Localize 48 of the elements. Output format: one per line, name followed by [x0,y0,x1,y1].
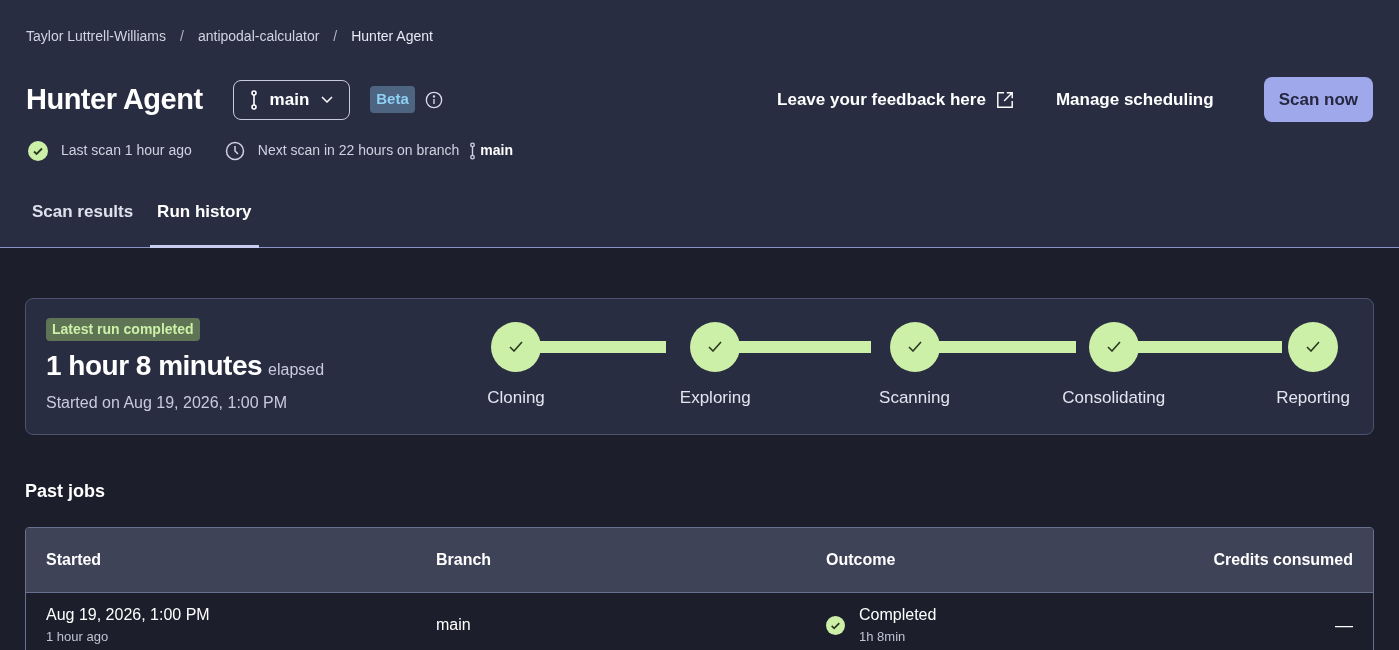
check-icon [509,341,523,353]
page-title: Hunter Agent [26,81,203,117]
next-scan-text: Next scan in 22 hours on branch [257,141,460,160]
column-header: Branch [436,549,493,570]
check-icon [708,341,723,353]
step-label: Exploring [679,386,751,409]
check-circle-icon [28,140,48,161]
chevron-down-icon [321,95,334,104]
clock-icon [224,140,245,161]
feedback-link[interactable]: Leave your feedback here [777,86,1014,113]
check-icon [1306,341,1320,353]
start-time: Started on Aug 19, 2026, 1:00 PM [46,393,289,413]
status-badge: Latest run completed [46,318,200,341]
breadcrumb-separator: / [333,27,338,46]
breadcrumb-link[interactable]: antipodal-calculator [197,26,320,47]
check-icon [1106,341,1121,353]
beta-badge: Beta [370,86,415,113]
breadcrumb-separator: / [180,27,184,46]
branch-icon [249,89,258,110]
manage-scheduling-button[interactable]: Manage scheduling [1055,86,1214,113]
column-header: Credits consumed [1212,549,1353,570]
table-cell-text: — [1334,613,1353,637]
table-cell-text: 1h 8min [859,628,907,647]
scan-now-button[interactable]: Scan now [1263,77,1373,122]
table-cell-text: 1 hour ago [46,628,110,647]
tab[interactable]: Scan results [25,199,141,248]
elapsed-duration: 1 hour 8 minutes [46,349,263,383]
tab[interactable]: Run history [150,199,259,248]
table-cell-text: main [436,615,472,635]
section-heading: Past jobs [25,479,107,503]
breadcrumb-link[interactable]: Hunter Agent [351,26,433,47]
breadcrumb-link[interactable]: Taylor Luttrell-Williams [26,26,167,47]
column-header: Outcome [826,549,897,570]
branch-selector[interactable]: main [232,79,351,120]
table-cell-text: Aug 19, 2026, 1:00 PM [46,605,211,626]
last-scan-text: Last scan 1 hour ago [61,141,192,160]
info-icon[interactable] [424,90,443,109]
elapsed-label: elapsed [268,360,325,380]
external-link-icon [995,90,1014,109]
check-icon [907,341,922,353]
column-header: Started [46,549,103,570]
step-label: Cloning [487,386,545,409]
step-label: Reporting [1276,386,1350,409]
branch-icon [469,141,477,160]
step-label: Consolidating [1062,386,1166,409]
step-label: Scanning [879,386,950,409]
table-cell-text: Completed [859,605,937,626]
branch-name: main [480,141,514,160]
